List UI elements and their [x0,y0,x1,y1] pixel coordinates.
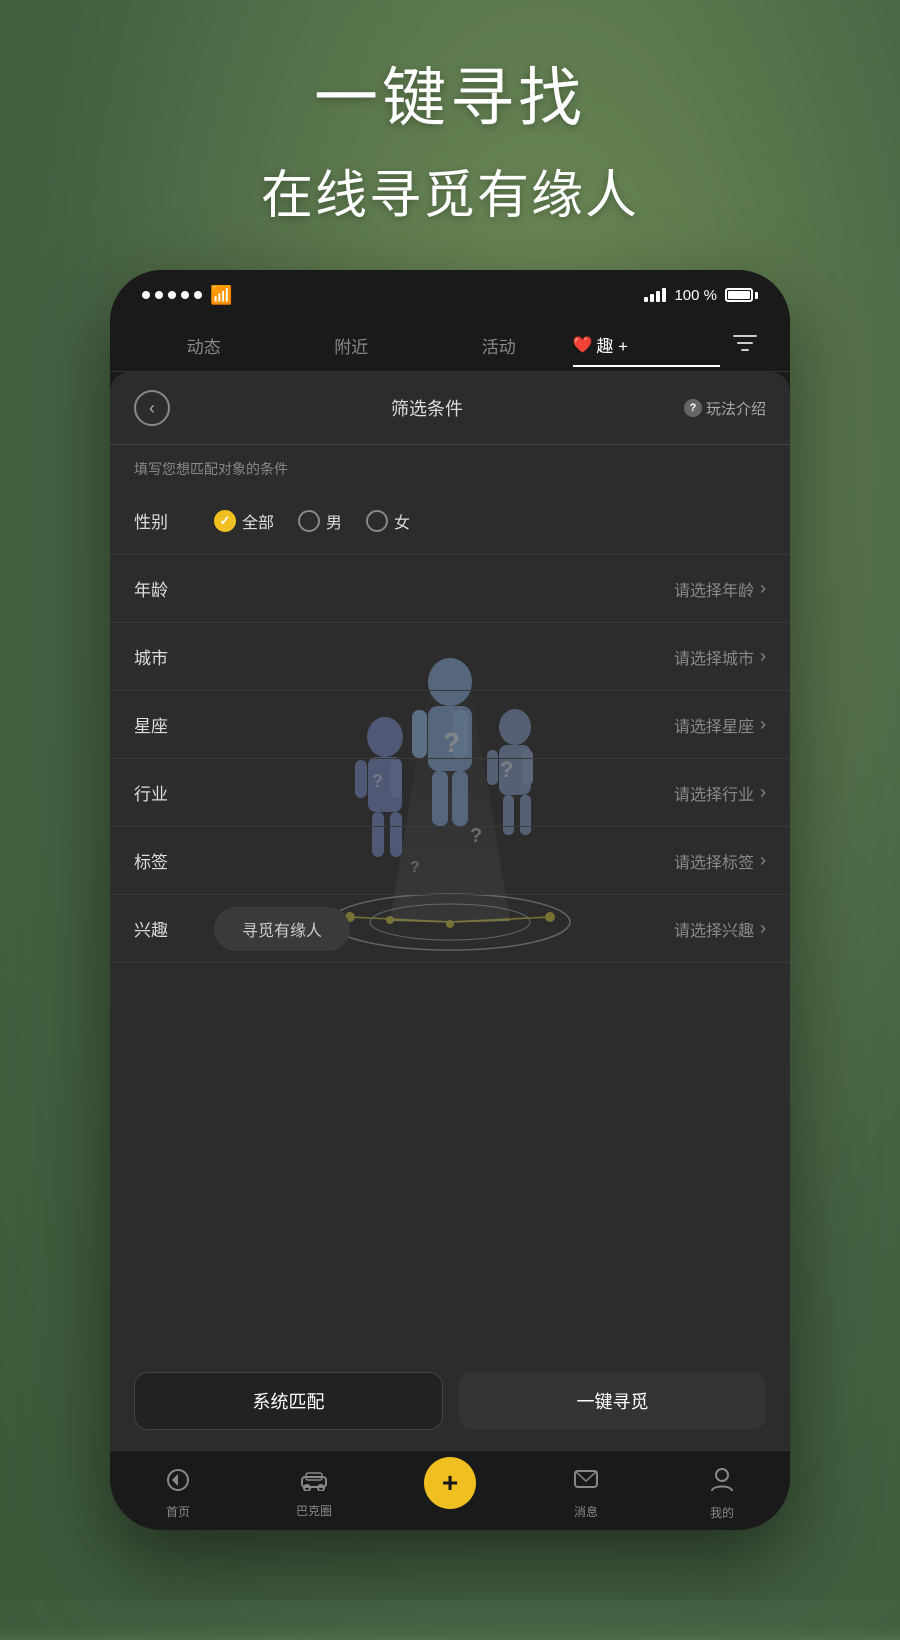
gender-options: ✓ 全部 男 女 [214,509,410,533]
battery-percent: 100 % [674,287,717,304]
status-left: 📶 [142,285,232,306]
tags-row[interactable]: 标签 请选择标签 › [110,827,790,895]
industry-chevron-icon: › [760,782,766,803]
gender-female-option[interactable]: 女 [366,509,410,533]
tags-chevron-icon: › [760,850,766,871]
interest-chevron-icon: › [760,918,766,939]
nav-home[interactable]: 首页 [110,1462,246,1520]
action-buttons: 系统匹配 一键寻觅 [110,1352,790,1450]
city-label: 城市 [134,644,194,669]
filter-panel-title: 筛选条件 [391,395,463,421]
city-placeholder: 请选择城市 [674,645,754,669]
filter-panel: ‹ 筛选条件 ? 玩法介绍 填写您想匹配对象的条件 [110,372,790,1530]
phone-frame: 📶 100 % 动态 附近 活动 ❤️ 趣 + [110,270,790,1530]
hero-subtitle: 在线寻觅有缘人 [0,153,900,228]
help-label: 玩法介绍 [706,398,766,419]
interest-label: 兴趣 [134,916,194,941]
nav-plus[interactable]: + [382,1473,518,1509]
constellation-select[interactable]: 请选择星座 › [674,713,766,737]
status-bar: 📶 100 % [110,270,790,320]
constellation-placeholder: 请选择星座 [674,713,754,737]
plus-icon[interactable]: + [424,1457,476,1509]
gender-female-radio[interactable] [366,510,388,532]
tab-news[interactable]: 动态 [130,325,278,366]
interest-select[interactable]: 请选择兴趣 › [674,917,766,941]
one-key-search-label: 一键寻觅 [577,1388,649,1414]
gender-all-radio[interactable]: ✓ [214,510,236,532]
gender-all-label: 全部 [242,509,274,533]
age-chevron-icon: › [760,578,766,599]
constellation-chevron-icon: › [760,714,766,735]
industry-row[interactable]: 行业 请选择行业 › [110,759,790,827]
constellation-row[interactable]: 星座 请选择星座 › [110,691,790,759]
gender-row: 性别 ✓ 全部 男 女 [110,487,790,555]
hero-section: 一键寻找 在线寻觅有缘人 [0,60,900,228]
system-match-button[interactable]: 系统匹配 [134,1372,443,1430]
status-right: 100 % [644,287,758,304]
system-match-label: 系统匹配 [253,1388,325,1414]
industry-label: 行业 [134,780,194,805]
gender-label: 性别 [134,508,194,533]
tab-interest[interactable]: ❤️ 趣 + [573,324,721,367]
wifi-icon: 📶 [210,285,232,306]
help-link[interactable]: ? 玩法介绍 [684,398,766,419]
tab-interest-label: 趣 + [596,332,628,357]
nav-profile-label: 我的 [710,1504,734,1521]
age-row[interactable]: 年龄 请选择年龄 › [110,555,790,623]
nav-message[interactable]: 消息 [518,1462,654,1520]
filter-header: ‹ 筛选条件 ? 玩法介绍 [110,372,790,445]
nav-profile[interactable]: 我的 [654,1461,790,1521]
gender-male-label: 男 [326,509,342,533]
gender-female-label: 女 [394,509,410,533]
heart-icon: ❤️ [573,335,593,355]
gender-male-radio[interactable] [298,510,320,532]
constellation-label: 星座 [134,712,194,737]
nav-car[interactable]: 巴克圈 [246,1463,382,1519]
interest-placeholder: 请选择兴趣 [674,917,754,941]
age-label: 年龄 [134,576,194,601]
hero-title: 一键寻找 [0,60,900,137]
tab-nearby[interactable]: 附近 [278,325,426,366]
bottom-nav: 首页 巴克圈 + [110,1450,790,1530]
one-key-search-button[interactable]: 一键寻觅 [459,1372,766,1430]
help-circle-icon: ? [684,399,702,417]
filter-subtitle: 填写您想匹配对象的条件 [110,445,790,487]
message-icon [573,1468,599,1499]
age-placeholder: 请选择年龄 [674,577,754,601]
tags-select[interactable]: 请选择标签 › [674,849,766,873]
filter-icon[interactable] [720,332,770,360]
city-chevron-icon: › [760,646,766,667]
car-icon [300,1469,328,1498]
tags-label: 标签 [134,848,194,873]
age-select[interactable]: 请选择年龄 › [674,577,766,601]
nav-tabs: 动态 附近 活动 ❤️ 趣 + [110,320,790,372]
interest-row[interactable]: 兴趣 寻觅有缘人 请选择兴趣 › [110,895,790,963]
home-icon [165,1468,191,1499]
profile-icon [710,1467,734,1500]
nav-home-label: 首页 [166,1503,190,1520]
battery-icon [725,288,758,302]
gender-all-option[interactable]: ✓ 全部 [214,509,274,533]
interest-btn[interactable]: 寻觅有缘人 [214,907,350,951]
status-dots [142,291,202,299]
gender-male-option[interactable]: 男 [298,509,342,533]
tags-placeholder: 请选择标签 [674,849,754,873]
nav-message-label: 消息 [574,1503,598,1520]
tab-events[interactable]: 活动 [425,325,573,366]
industry-placeholder: 请选择行业 [674,781,754,805]
nav-car-label: 巴克圈 [296,1502,332,1519]
plus-symbol: + [442,1467,458,1499]
signal-icon [644,288,666,302]
city-row[interactable]: 城市 请选择城市 › [110,623,790,691]
back-button[interactable]: ‹ [134,390,170,426]
industry-select[interactable]: 请选择行业 › [674,781,766,805]
city-select[interactable]: 请选择城市 › [674,645,766,669]
